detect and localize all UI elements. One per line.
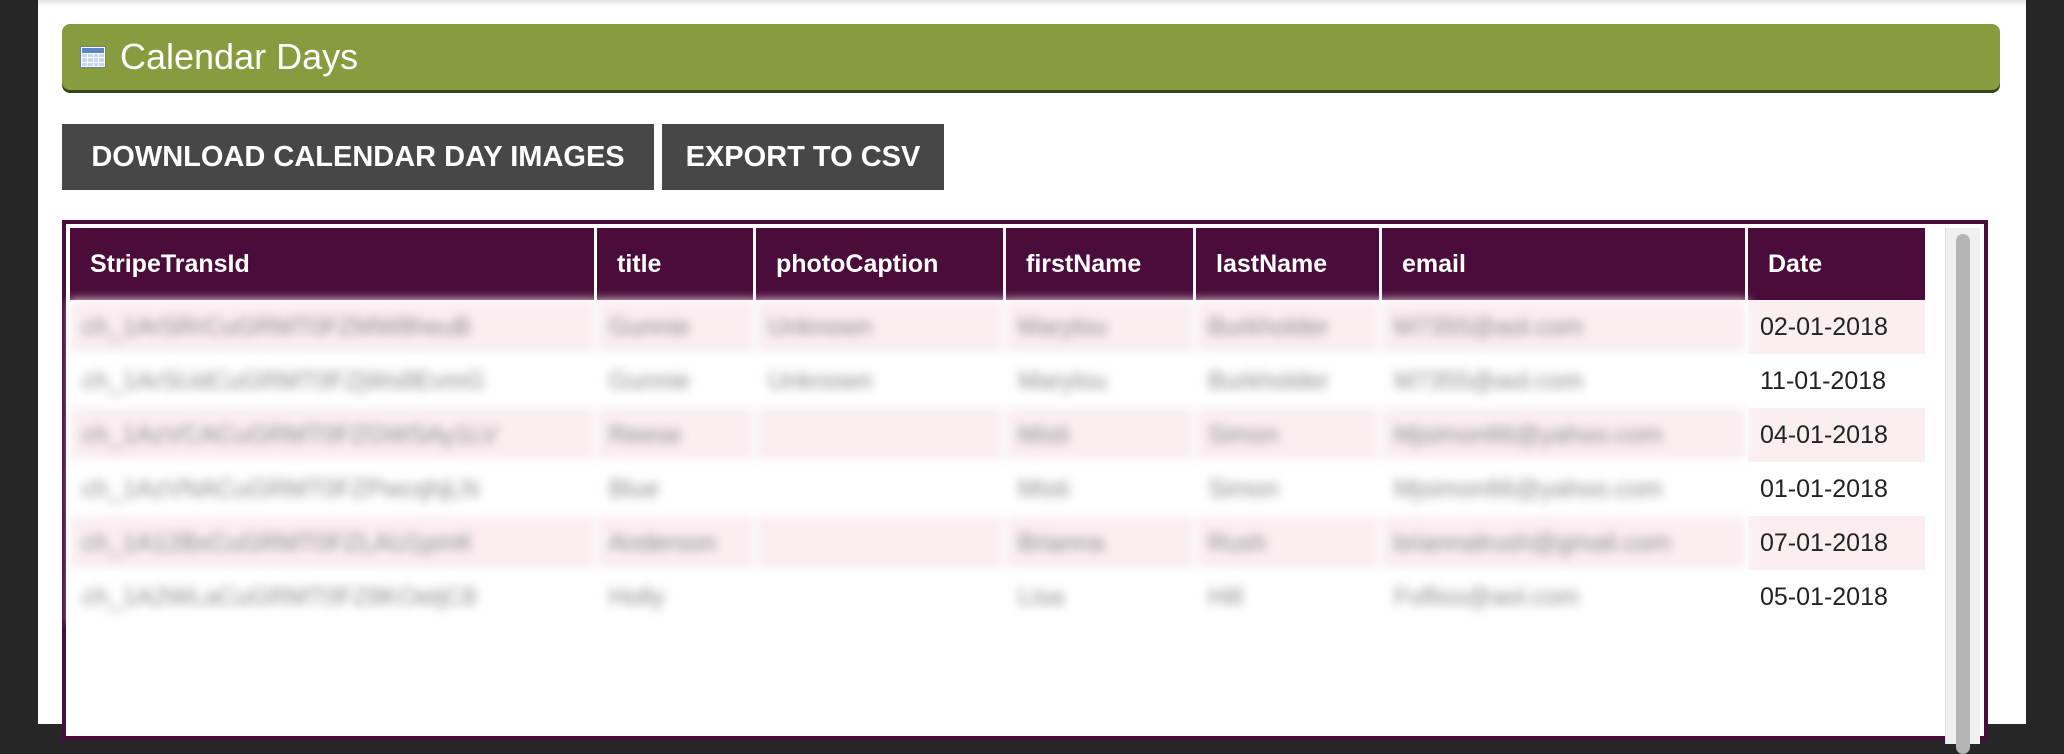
table-row[interactable]: ch_1AzVCACuGRMT0FZGWSAy1LV Reese Misti S… xyxy=(70,408,1928,462)
cell-date: 05-01-2018 xyxy=(1748,570,1928,624)
cell-stripetransid: ch_1AzVNACuGRMT0FZPwcqhjLN xyxy=(70,462,597,516)
cell-photocaption xyxy=(756,462,1006,516)
cell-firstname: Marylou xyxy=(1006,354,1196,408)
vertical-scrollbar[interactable] xyxy=(1945,228,1980,754)
column-header-firstname[interactable]: firstName xyxy=(1006,228,1196,300)
calendar-icon xyxy=(80,46,106,68)
table-row[interactable]: ch_1ArSUdCuGRMT0FZjWs8EvmG Gunnie Unknow… xyxy=(70,354,1928,408)
page-frame: Calendar Days DOWNLOAD CALENDAR DAY IMAG… xyxy=(38,0,2026,754)
cell-firstname: Marylou xyxy=(1006,300,1196,354)
cell-photocaption xyxy=(756,570,1006,624)
cell-title: Holly xyxy=(597,570,756,624)
cell-title: Gunnie xyxy=(597,354,756,408)
cell-title: Anderson xyxy=(597,516,756,570)
top-divider xyxy=(38,0,2026,6)
column-header-title[interactable]: title xyxy=(597,228,756,300)
table-header-row: StripeTransId title photoCaption firstNa… xyxy=(70,228,1928,300)
table-row[interactable]: ch_1ArSRrCuGRMT0FZMW8heuB Gunnie Unknown… xyxy=(70,300,1928,354)
cell-lastname: Rush xyxy=(1196,516,1382,570)
cell-title: Blue xyxy=(597,462,756,516)
cell-firstname: Misti xyxy=(1006,462,1196,516)
cell-lastname: Simon xyxy=(1196,408,1382,462)
column-header-stripetransid[interactable]: StripeTransId xyxy=(70,228,597,300)
cell-stripetransid: ch_1ArSUdCuGRMT0FZjWs8EvmG xyxy=(70,354,597,408)
download-calendar-day-images-button[interactable]: DOWNLOAD CALENDAR DAY IMAGES xyxy=(62,124,654,190)
cell-stripetransid: ch_1A2WLaCuGRMT0FZ8KOetjC8 xyxy=(70,570,597,624)
cell-date: 11-01-2018 xyxy=(1748,354,1928,408)
cell-email: Mjsimon66@yahoo.com xyxy=(1382,462,1748,516)
cell-title: Gunnie xyxy=(597,300,756,354)
column-header-photocaption[interactable]: photoCaption xyxy=(756,228,1006,300)
calendar-days-table: StripeTransId title photoCaption firstNa… xyxy=(70,228,1928,624)
cell-title: Reese xyxy=(597,408,756,462)
cell-stripetransid: ch_1AzVCACuGRMT0FZGWSAy1LV xyxy=(70,408,597,462)
cell-firstname: Brianna xyxy=(1006,516,1196,570)
cell-stripetransid: ch_1ArSRrCuGRMT0FZMW8heuB xyxy=(70,300,597,354)
cell-photocaption xyxy=(756,408,1006,462)
panel-title-bar: Calendar Days xyxy=(62,24,2000,90)
cell-email: Fofliss@aol.com xyxy=(1382,570,1748,624)
cell-photocaption: Unknown xyxy=(756,354,1006,408)
data-grid: StripeTransId title photoCaption firstNa… xyxy=(62,220,1988,754)
cell-lastname: Hill xyxy=(1196,570,1382,624)
export-to-csv-button[interactable]: EXPORT TO CSV xyxy=(662,124,944,190)
cell-email: Mjsimon66@yahoo.com xyxy=(1382,408,1748,462)
cell-email: M7355@aol.com xyxy=(1382,354,1748,408)
table-row[interactable]: ch_1AzVNACuGRMT0FZPwcqhjLN Blue Misti Si… xyxy=(70,462,1928,516)
column-header-email[interactable]: email xyxy=(1382,228,1748,300)
cell-firstname: Lisa xyxy=(1006,570,1196,624)
column-header-lastname[interactable]: lastName xyxy=(1196,228,1382,300)
cell-date: 02-01-2018 xyxy=(1748,300,1928,354)
panel-title: Calendar Days xyxy=(120,36,359,77)
cell-stripetransid: ch_1A12BxCuGRMT0FZLAU1pmK xyxy=(70,516,597,570)
cell-firstname: Misti xyxy=(1006,408,1196,462)
cell-date: 01-01-2018 xyxy=(1748,462,1928,516)
cell-lastname: Simon xyxy=(1196,462,1382,516)
column-header-date[interactable]: Date xyxy=(1748,228,1928,300)
scrollbar-thumb[interactable] xyxy=(1956,234,1970,754)
cell-lastname: Burkholder xyxy=(1196,300,1382,354)
cell-photocaption: Unknown xyxy=(756,300,1006,354)
cell-date: 07-01-2018 xyxy=(1748,516,1928,570)
cell-email: briannalrush@gmail.com xyxy=(1382,516,1748,570)
cell-date: 04-01-2018 xyxy=(1748,408,1928,462)
cell-photocaption xyxy=(756,516,1006,570)
cell-email: M7355@aol.com xyxy=(1382,300,1748,354)
table-row[interactable]: ch_1A2WLaCuGRMT0FZ8KOetjC8 Holly Lisa Hi… xyxy=(70,570,1928,624)
cell-lastname: Burkholder xyxy=(1196,354,1382,408)
table-row[interactable]: ch_1A12BxCuGRMT0FZLAU1pmK Anderson Brian… xyxy=(70,516,1928,570)
